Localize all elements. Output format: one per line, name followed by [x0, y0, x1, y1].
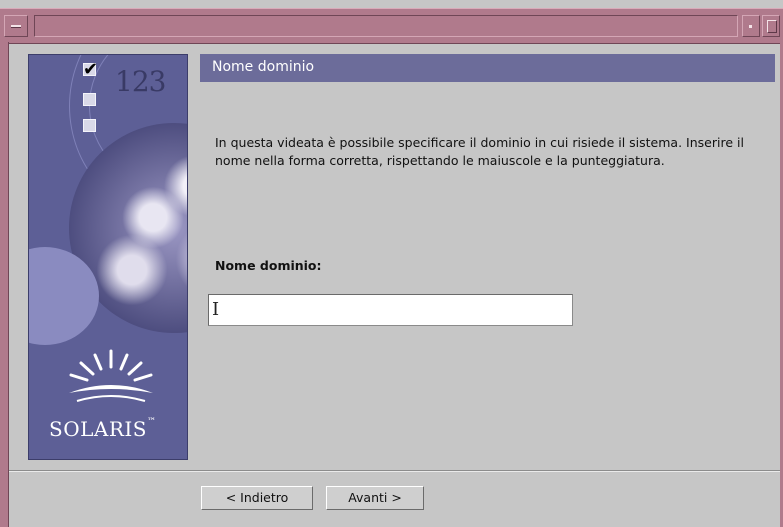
- back-button[interactable]: < Indietro: [201, 486, 313, 510]
- domain-name-input[interactable]: [208, 294, 573, 326]
- window-frame-left: [0, 42, 9, 527]
- window-menu-icon: [11, 25, 21, 28]
- trademark-symbol: ™: [146, 417, 157, 427]
- minimize-icon: [749, 25, 752, 28]
- step-checkbox: [83, 93, 96, 106]
- maximize-icon: [767, 20, 777, 33]
- checkmark-icon: ✔: [83, 59, 99, 80]
- window-menu-button[interactable]: [4, 15, 28, 37]
- next-button[interactable]: Avanti >: [326, 486, 424, 510]
- step-numbers: 123: [115, 65, 166, 98]
- page-title: Nome dominio: [212, 59, 315, 75]
- window-title: [34, 15, 738, 37]
- domain-name-label: Nome dominio:: [215, 258, 322, 273]
- title-bar[interactable]: [0, 8, 783, 44]
- solaris-sun-logo-icon: [69, 349, 153, 402]
- footer-divider-highlight: [9, 471, 780, 472]
- solaris-brand: SOLARIS: [49, 417, 147, 441]
- side-banner-image: ✔ 123 SOLARIS™: [28, 54, 188, 460]
- minimize-button[interactable]: [742, 15, 760, 37]
- step-checkbox: [83, 119, 96, 132]
- text-cursor-icon: I: [212, 299, 220, 320]
- page-header: Nome dominio: [200, 54, 775, 82]
- instructions-text: In questa videata è possibile specificar…: [215, 135, 744, 168]
- maximize-button[interactable]: [762, 15, 780, 37]
- solaris-wordmark: SOLARIS™: [49, 417, 156, 441]
- install-wizard-window: ✔ 123 SOLARIS™ Nome dominio In questa vi…: [0, 0, 783, 527]
